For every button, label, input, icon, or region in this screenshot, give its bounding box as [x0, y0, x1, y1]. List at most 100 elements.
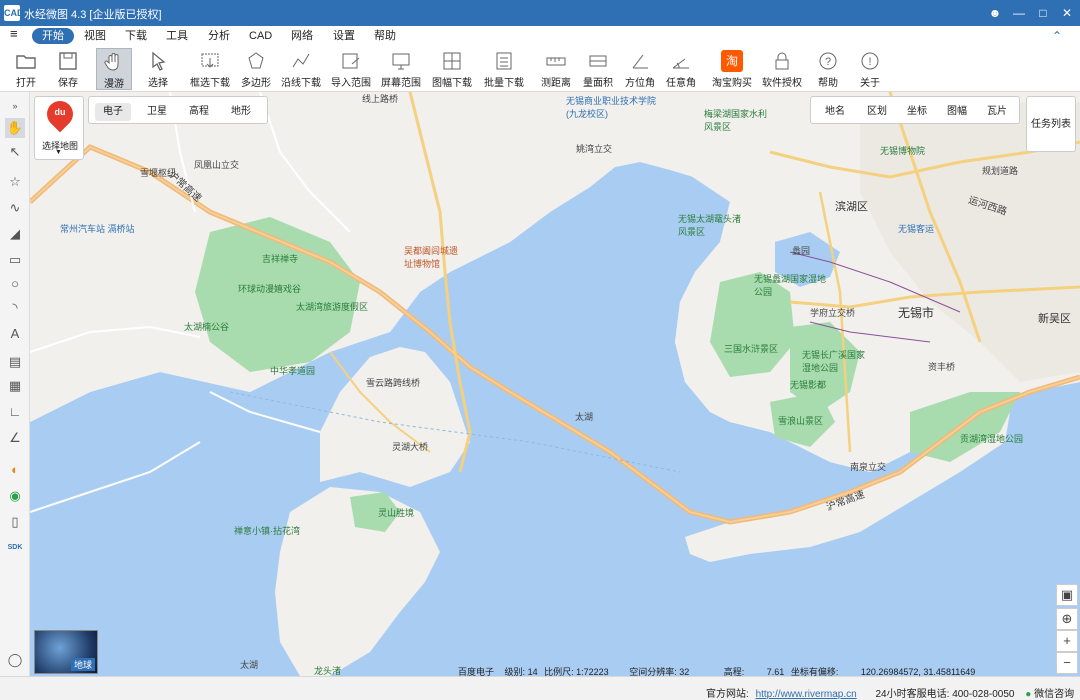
- question-icon[interactable]: ◯: [5, 650, 25, 670]
- label-nanquan: 南泉立交: [850, 462, 887, 472]
- ruler-tool-icon[interactable]: ▤: [5, 352, 25, 372]
- overlay-sheets[interactable]: 图幅: [939, 103, 975, 121]
- overlay-place-names[interactable]: 地名: [817, 103, 853, 121]
- website-link[interactable]: http://www.rivermap.cn: [756, 689, 857, 700]
- open-button[interactable]: 打开: [8, 48, 44, 90]
- minimize-button[interactable]: —: [1010, 4, 1028, 22]
- about-label: 关于: [860, 78, 880, 89]
- map-view[interactable]: 无锡市 太湖 太湖 滨湖区 新吴区 运河西路 沪常高速 沪常高速 常州汽车站 滆…: [30, 92, 1080, 676]
- area-measure-tool-icon[interactable]: ▦: [5, 376, 25, 396]
- polygon-button[interactable]: 多边形: [236, 48, 276, 90]
- pointer-tool-icon[interactable]: ↖: [5, 142, 25, 162]
- collapse-ribbon-icon[interactable]: ⌃: [1046, 28, 1068, 44]
- box-download-button[interactable]: 框选下载: [186, 48, 234, 90]
- text-tool-icon[interactable]: A: [5, 324, 25, 344]
- globe-label: 地球: [70, 658, 95, 671]
- menu-help[interactable]: 帮助: [368, 28, 402, 44]
- task-list-button[interactable]: 任务列表: [1026, 96, 1076, 152]
- label-lingshu-bridge: 灵湖大桥: [392, 442, 429, 452]
- azimuth-tool-icon[interactable]: ∟: [5, 402, 25, 422]
- fullscreen-icon[interactable]: ▣: [1056, 584, 1078, 606]
- menu-start[interactable]: 开始: [32, 28, 74, 44]
- sheet-download-button[interactable]: 图幅下载: [430, 48, 474, 90]
- sdk-icon[interactable]: SDK: [5, 538, 25, 558]
- status-level-label: 级别:: [504, 667, 526, 677]
- menu-analysis[interactable]: 分析: [202, 28, 236, 44]
- save-label: 保存: [58, 78, 78, 89]
- rectangle-tool-icon[interactable]: ▭: [5, 250, 25, 270]
- angle-tool-icon[interactable]: ∠: [5, 428, 25, 448]
- status-elevation: 7.61: [766, 667, 785, 677]
- share-icon[interactable]: ◉: [5, 486, 25, 506]
- hotline-number: 400-028-0050: [952, 689, 1015, 700]
- label-planned-road: 规划道路: [982, 166, 1019, 176]
- help-label: 帮助: [818, 78, 838, 89]
- menu-network[interactable]: 网络: [285, 28, 319, 44]
- tab-electronic[interactable]: 电子: [95, 103, 131, 121]
- label-chanyi: 禅意小镇·拈花湾: [234, 526, 300, 536]
- about-button[interactable]: ! 关于: [854, 48, 886, 90]
- save-button[interactable]: 保存: [50, 48, 86, 90]
- taobao-button[interactable]: 淘 淘宝购买: [710, 48, 754, 90]
- maximize-button[interactable]: □: [1034, 4, 1052, 22]
- save-icon: [59, 52, 77, 70]
- any-angle-button[interactable]: 任意角: [662, 48, 700, 90]
- overlay-coordinates[interactable]: 坐标: [899, 103, 935, 121]
- tab-elevation[interactable]: 高程: [181, 103, 217, 121]
- zoom-out-button[interactable]: −: [1056, 652, 1078, 674]
- globe-thumbnail[interactable]: 地球: [34, 630, 98, 674]
- hand-tool-icon[interactable]: ✋: [5, 118, 25, 138]
- polygon-label: 多边形: [241, 78, 271, 89]
- weather-icon[interactable]: ◐: [5, 460, 25, 480]
- circle-tool-icon[interactable]: ○: [5, 274, 25, 294]
- menu-download[interactable]: 下载: [119, 28, 153, 44]
- overlay-tiles[interactable]: 瓦片: [979, 103, 1015, 121]
- expand-icon[interactable]: »: [5, 96, 25, 116]
- tab-satellite[interactable]: 卫星: [139, 103, 175, 121]
- measure-area-button[interactable]: 量面积: [580, 48, 616, 90]
- status-level: 14: [527, 667, 538, 677]
- taobao-icon: 淘: [721, 50, 743, 72]
- monitor-icon: [392, 53, 410, 70]
- select-button[interactable]: 选择: [140, 48, 176, 90]
- label-huanqiu: 环球动漫嬉戏谷: [238, 284, 302, 294]
- menu-view[interactable]: 视图: [78, 28, 112, 44]
- marker-tool-icon[interactable]: ☆: [5, 172, 25, 192]
- line-download-button[interactable]: 沿线下载: [280, 48, 322, 90]
- map-source-selector[interactable]: du 选择地图 ▼: [34, 95, 84, 160]
- batch-download-button[interactable]: 批量下载: [484, 48, 524, 90]
- user-icon[interactable]: ☻: [986, 4, 1004, 22]
- label-lihu-park: 无锡蠡湖国家湿地公园: [754, 274, 827, 297]
- pan-button[interactable]: 漫游: [96, 48, 132, 90]
- sector-tool-icon[interactable]: ◝: [5, 298, 25, 318]
- hamburger-icon[interactable]: ≡: [4, 26, 24, 42]
- help-button[interactable]: ? 帮助: [812, 48, 844, 90]
- menu-cad[interactable]: CAD: [243, 28, 278, 44]
- tab-terrain[interactable]: 地形: [223, 103, 259, 121]
- lock-icon: [775, 52, 789, 70]
- pan-label: 漫游: [104, 79, 124, 90]
- measure-distance-button[interactable]: 测距离: [538, 48, 574, 90]
- license-button[interactable]: 软件授权: [762, 48, 802, 90]
- close-button[interactable]: ✕: [1058, 4, 1076, 22]
- label-yuantouzhu: 无锡太湖鼋头渚风景区: [678, 214, 742, 237]
- area-tool-icon[interactable]: ◢: [5, 224, 25, 244]
- baidu-logo: du: [54, 107, 66, 117]
- screen-range-button[interactable]: 屏幕范围: [380, 48, 422, 90]
- import-range-button[interactable]: 导入范围: [330, 48, 372, 90]
- overlay-tabs: 地名 区划 坐标 图幅 瓦片: [810, 96, 1020, 124]
- status-source: 百度电子: [458, 667, 495, 677]
- box-download-label: 框选下载: [190, 78, 230, 89]
- measure-area-label: 量面积: [583, 78, 613, 89]
- status-scale: 1:72223: [576, 667, 609, 677]
- locate-icon[interactable]: ⊕: [1056, 608, 1078, 630]
- phone-icon[interactable]: ▯: [5, 512, 25, 532]
- azimuth-label: 方位角: [625, 78, 655, 89]
- zoom-in-button[interactable]: +: [1056, 630, 1078, 652]
- overlay-districts[interactable]: 区划: [859, 103, 895, 121]
- menu-tools[interactable]: 工具: [160, 28, 194, 44]
- menu-settings[interactable]: 设置: [327, 28, 361, 44]
- wechat-consult[interactable]: 微信咨询: [1034, 689, 1074, 700]
- azimuth-button[interactable]: 方位角: [622, 48, 658, 90]
- polyline-tool-icon[interactable]: ∿: [5, 198, 25, 218]
